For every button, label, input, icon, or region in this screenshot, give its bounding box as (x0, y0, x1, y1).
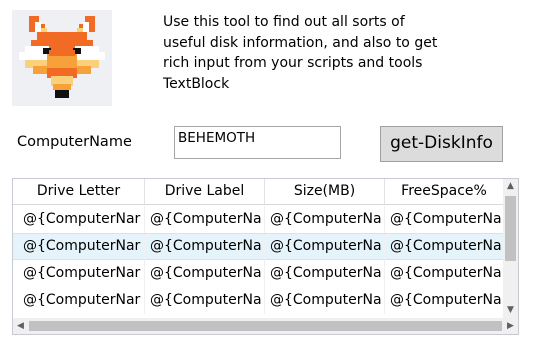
computer-name-input[interactable]: BEHEMOTH (174, 126, 341, 159)
vertical-scroll-thumb[interactable] (505, 196, 516, 261)
fox-logo-icon (12, 10, 112, 106)
table-cell: @{ComputerNa (385, 234, 504, 261)
table-cell: @{ComputerNa (265, 206, 385, 233)
table-row[interactable]: @{ComputerNar @{ComputerNa @{ComputerNa … (13, 260, 504, 287)
table-cell: @{ComputerNa (385, 287, 504, 314)
table-row-selected[interactable]: @{ComputerNar @{ComputerNa @{ComputerNa … (13, 233, 504, 261)
table-cell: @{ComputerNar (13, 287, 145, 314)
table-cell: @{ComputerNa (145, 234, 265, 261)
column-header-freespace[interactable]: FreeSpace% (385, 179, 504, 204)
table-cell: @{ComputerNar (13, 260, 145, 287)
table-cell: @{ComputerNa (385, 260, 504, 287)
table-cell: @{ComputerNa (145, 206, 265, 233)
description-text: Use this tool to find out all sorts of u… (163, 12, 493, 94)
table-row[interactable]: @{ComputerNar @{ComputerNa @{ComputerNa … (13, 206, 504, 233)
computer-name-label: ComputerName (17, 134, 132, 150)
chevron-right-icon[interactable]: ▶ (503, 318, 518, 334)
table-cell: @{ComputerNar (13, 206, 145, 233)
table-cell: @{ComputerNar (13, 234, 145, 261)
description-line: rich input from your scripts and tools (163, 55, 423, 71)
grid-header: Drive Letter Drive Label Size(MB) FreeSp… (13, 179, 504, 205)
vertical-scrollbar[interactable]: ▲ ▼ (503, 179, 518, 318)
table-cell: @{ComputerNa (265, 234, 385, 261)
get-diskinfo-button[interactable]: get-DiskInfo (380, 126, 503, 162)
chevron-down-icon[interactable]: ▼ (503, 303, 518, 318)
column-header-drive-label[interactable]: Drive Label (145, 179, 265, 204)
table-cell: @{ComputerNa (145, 260, 265, 287)
table-cell: @{ComputerNa (265, 260, 385, 287)
chevron-left-icon[interactable]: ◀ (13, 318, 28, 334)
description-line: useful disk information, and also to get (163, 34, 438, 51)
column-header-size[interactable]: Size(MB) (265, 179, 385, 204)
table-cell: @{ComputerNa (145, 287, 265, 314)
disk-info-grid[interactable]: Drive Letter Drive Label Size(MB) FreeSp… (12, 178, 519, 335)
description-line: Use this tool to find out all sorts of (163, 14, 405, 30)
description-line: TextBlock (163, 75, 230, 92)
horizontal-scrollbar[interactable]: ◀ ▶ (13, 318, 518, 334)
fox-logo-graphic (19, 16, 105, 98)
horizontal-scroll-thumb[interactable] (29, 321, 502, 331)
chevron-up-icon[interactable]: ▲ (503, 179, 518, 194)
table-cell: @{ComputerNa (385, 206, 504, 233)
column-header-drive-letter[interactable]: Drive Letter (13, 179, 145, 204)
table-row[interactable]: @{ComputerNar @{ComputerNa @{ComputerNa … (13, 287, 504, 314)
table-cell: @{ComputerNa (265, 287, 385, 314)
